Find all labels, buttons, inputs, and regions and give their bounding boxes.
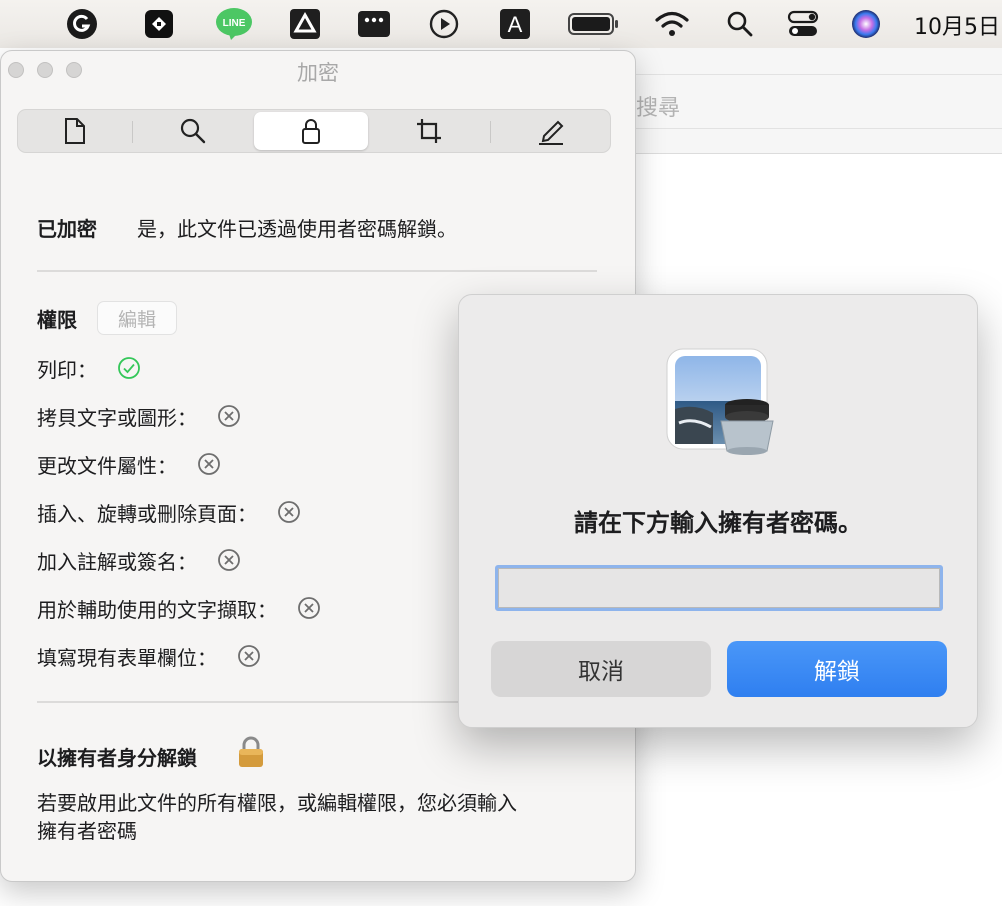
search-icon bbox=[180, 118, 206, 144]
encrypted-value: 是，此文件已透過使用者密碼解鎖。 bbox=[137, 217, 457, 241]
line-icon[interactable]: LINE bbox=[214, 6, 254, 42]
permission-label: 用於輔助使用的文字擷取： bbox=[37, 597, 277, 622]
x-circle-icon bbox=[237, 644, 261, 668]
siri-icon[interactable] bbox=[850, 6, 882, 42]
drive-icon[interactable] bbox=[288, 6, 322, 42]
inspector-tabs bbox=[17, 109, 611, 153]
dots-app-icon[interactable] bbox=[356, 6, 392, 42]
permission-accessibility: 用於輔助使用的文字擷取： bbox=[37, 593, 321, 623]
owner-password-dialog: 請在下方輸入擁有者密碼。 取消 解鎖 bbox=[458, 294, 978, 728]
permission-pages: 插入、旋轉或刪除頁面： bbox=[37, 497, 301, 527]
wifi-icon[interactable] bbox=[652, 6, 692, 42]
x-circle-icon bbox=[217, 404, 241, 428]
divider bbox=[490, 121, 491, 143]
menu-bar: LINE A 10月5日 bbox=[0, 0, 1002, 48]
permissions-label: 權限 bbox=[37, 308, 77, 332]
tab-encryption[interactable] bbox=[254, 112, 368, 150]
tab-crop[interactable] bbox=[372, 112, 486, 150]
battery-icon[interactable] bbox=[566, 6, 622, 42]
unlock-button[interactable]: 解鎖 bbox=[727, 641, 947, 697]
preview-app-icon bbox=[665, 347, 775, 457]
owner-unlock-description-1: 若要啟用此文件的所有權限，或編輯權限，您必須輸入 bbox=[37, 791, 517, 815]
permission-label: 填寫現有表單欄位： bbox=[37, 645, 217, 670]
x-circle-icon bbox=[217, 548, 241, 572]
permission-print: 列印： bbox=[37, 353, 141, 383]
grammarly-icon[interactable] bbox=[64, 6, 100, 42]
crop-icon bbox=[417, 119, 441, 143]
background-toolbar: 搜尋 bbox=[600, 48, 1002, 154]
permission-label: 更改文件屬性： bbox=[37, 453, 177, 478]
x-circle-icon bbox=[297, 596, 321, 620]
permission-change-properties: 更改文件屬性： bbox=[37, 449, 221, 479]
divider bbox=[600, 128, 1002, 129]
play-icon[interactable] bbox=[428, 6, 460, 42]
divider bbox=[37, 270, 597, 272]
search-field[interactable]: 搜尋 bbox=[636, 90, 680, 122]
divider bbox=[132, 121, 133, 143]
permission-copy: 拷貝文字或圖形： bbox=[37, 401, 241, 431]
permission-annotate: 加入註解或簽名： bbox=[37, 545, 241, 575]
lock-icon[interactable] bbox=[235, 735, 267, 769]
owner-password-field[interactable] bbox=[495, 565, 943, 611]
owner-unlock-description-2: 擁有者密碼 bbox=[37, 819, 137, 843]
divider bbox=[600, 74, 1002, 75]
control-center-icon[interactable] bbox=[786, 6, 820, 42]
title-bar: 加密 bbox=[1, 51, 635, 89]
tab-search[interactable] bbox=[136, 112, 250, 150]
edit-permissions-button[interactable]: 編輯 bbox=[97, 301, 177, 335]
encrypted-label: 已加密 bbox=[37, 217, 97, 241]
a-app-icon[interactable]: A bbox=[498, 6, 532, 42]
x-circle-icon bbox=[197, 452, 221, 476]
x-circle-icon bbox=[277, 500, 301, 524]
dialog-message: 請在下方輸入擁有者密碼。 bbox=[574, 509, 862, 537]
permission-forms: 填寫現有表單欄位： bbox=[37, 641, 261, 671]
tab-annotate[interactable] bbox=[494, 112, 608, 150]
app-icon[interactable] bbox=[142, 6, 176, 42]
owner-unlock-title: 以擁有者身分解鎖 bbox=[37, 746, 197, 770]
line-label: LINE bbox=[223, 18, 246, 29]
a-app-label: A bbox=[508, 12, 523, 37]
check-circle-icon bbox=[117, 356, 141, 380]
panel-title: 加密 bbox=[297, 61, 339, 85]
document-icon bbox=[65, 118, 85, 144]
cancel-button[interactable]: 取消 bbox=[491, 641, 711, 697]
permission-label: 加入註解或簽名： bbox=[37, 549, 197, 574]
tab-document[interactable] bbox=[18, 112, 132, 150]
permission-label: 拷貝文字或圖形： bbox=[37, 405, 197, 430]
annotate-icon bbox=[539, 120, 564, 145]
lock-icon bbox=[302, 119, 320, 144]
permission-label: 插入、旋轉或刪除頁面： bbox=[37, 501, 257, 526]
search-icon[interactable] bbox=[724, 6, 756, 42]
clock[interactable]: 10月5日 bbox=[914, 9, 1000, 41]
permission-label: 列印： bbox=[37, 357, 97, 382]
